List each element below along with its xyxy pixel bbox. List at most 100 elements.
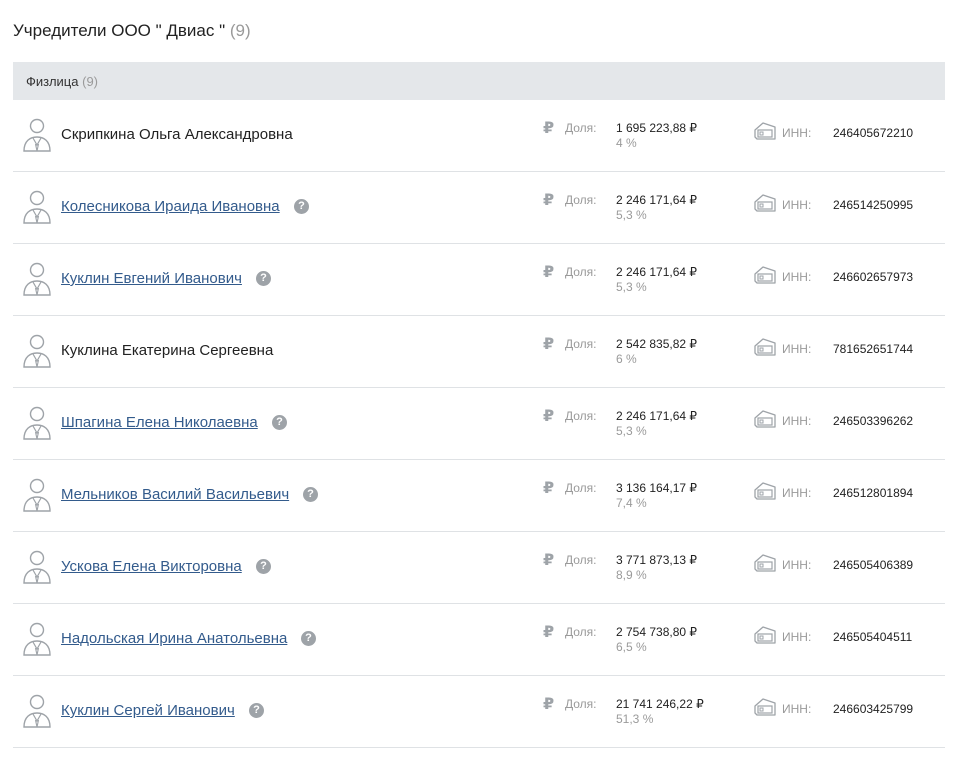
inn-value: 246512801894 [833,486,914,500]
share-amount: 1 695 223,88 ₽ [616,121,698,135]
founder-row: Куклина Екатерина Сергеевна ₽ Доля: 2 54… [13,316,945,388]
founder-name: Скрипкина Ольга Александровна [61,126,293,143]
page-title: Учредители ООО " Двиас " (9) [13,21,251,41]
inn-label: ИНН: [782,414,812,428]
founder-row: Шпагина Елена Николаевна ? ₽ Доля: 2 246… [13,388,945,460]
share-amount: 2 246 171,64 ₽ [616,265,698,279]
founder-row: Скрипкина Ольга Александровна ₽ Доля: 1 … [13,100,945,172]
help-icon[interactable]: ? [272,415,287,430]
founder-row: Ускова Елена Викторовна ? ₽ Доля: 3 771 … [13,532,945,604]
founder-name[interactable]: Ускова Елена Викторовна [61,558,242,575]
share-percent: 4 % [616,136,637,150]
ruble-icon: ₽ [543,624,555,641]
card-icon [754,626,776,644]
share-amount: 2 246 171,64 ₽ [616,409,698,423]
inn-label: ИНН: [782,342,812,356]
person-icon [23,694,51,728]
inn-value: 246505404511 [833,630,913,644]
inn-value: 246602657973 [833,270,914,284]
inn-value: 781652651744 [833,342,914,356]
share-amount: 2 542 835,82 ₽ [616,337,698,351]
ruble-icon: ₽ [543,552,555,569]
share-percent: 8,9 % [616,568,647,582]
inn-value: 246603425799 [833,702,914,716]
group-label-text: Физлица [26,74,79,89]
group-header-individuals: Физлица (9) [13,62,945,100]
inn-label: ИНН: [782,558,812,572]
ruble-icon: ₽ [543,120,555,137]
share-amount: 2 246 171,64 ₽ [616,193,698,207]
help-icon[interactable]: ? [294,199,309,214]
ruble-icon: ₽ [543,696,555,713]
share-label: Доля: [565,193,597,207]
help-icon[interactable]: ? [256,559,271,574]
share-label: Доля: [565,265,597,279]
founder-name: Куклина Екатерина Сергеевна [61,342,274,359]
group-header-label: Физлица (9) [26,74,98,89]
share-label: Доля: [565,121,597,135]
share-label: Доля: [565,409,597,423]
inn-label: ИНН: [782,198,812,212]
card-icon [754,410,776,428]
person-icon [23,406,51,440]
ruble-icon: ₽ [543,408,555,425]
help-icon[interactable]: ? [303,487,318,502]
help-icon[interactable]: ? [301,631,316,646]
share-percent: 6,5 % [616,640,647,654]
founder-row: Колесникова Ираида Ивановна ? ₽ Доля: 2 … [13,172,945,244]
inn-label: ИНН: [782,126,812,140]
person-icon [23,622,51,656]
person-icon [23,334,51,368]
share-percent: 7,4 % [616,496,647,510]
person-icon [23,190,51,224]
page-title-text: Учредители ООО " Двиас " [13,21,226,40]
card-icon [754,338,776,356]
share-label: Доля: [565,481,597,495]
ruble-icon: ₽ [543,480,555,497]
share-percent: 5,3 % [616,280,647,294]
card-icon [754,482,776,500]
share-percent: 6 % [616,352,637,366]
founder-name[interactable]: Шпагина Елена Николаевна [61,414,258,431]
person-icon [23,478,51,512]
inn-label: ИНН: [782,486,812,500]
page-title-count: (9) [229,21,251,40]
help-icon[interactable]: ? [249,703,264,718]
card-icon [754,122,776,140]
share-amount: 3 771 873,13 ₽ [616,553,698,567]
inn-label: ИНН: [782,630,812,644]
share-label: Доля: [565,625,597,639]
share-label: Доля: [565,337,597,351]
inn-value: 246503396262 [833,414,914,428]
founder-name[interactable]: Колесникова Ираида Ивановна [61,198,280,215]
founder-row: Куклин Сергей Иванович ? ₽ Доля: 21 741 … [13,676,945,748]
person-icon [23,118,51,152]
share-label: Доля: [565,697,597,711]
founder-row: Мельников Василий Васильевич ? ₽ Доля: 3… [13,460,945,532]
card-icon [754,554,776,572]
inn-label: ИНН: [782,270,812,284]
share-percent: 51,3 % [616,712,654,726]
founder-name[interactable]: Куклин Евгений Иванович [61,270,242,287]
founders-page: Учредители ООО " Двиас " (9) Физлица (9)… [0,0,960,762]
ruble-icon: ₽ [543,336,555,353]
card-icon [754,266,776,284]
share-label: Доля: [565,553,597,567]
share-percent: 5,3 % [616,424,647,438]
ruble-icon: ₽ [543,264,555,281]
founders-list: Скрипкина Ольга Александровна ₽ Доля: 1 … [13,100,945,748]
share-amount: 2 754 738,80 ₽ [616,625,698,639]
share-amount: 3 136 164,17 ₽ [616,481,698,495]
founder-row: Надольская Ирина Анатольевна ? ₽ Доля: 2… [13,604,945,676]
founder-name[interactable]: Куклин Сергей Иванович [61,702,235,719]
inn-value: 246514250995 [833,198,914,212]
founder-name[interactable]: Мельников Василий Васильевич [61,486,289,503]
ruble-icon: ₽ [543,192,555,209]
share-amount: 21 741 246,22 ₽ [616,697,704,711]
founder-row: Куклин Евгений Иванович ? ₽ Доля: 2 246 … [13,244,945,316]
founder-name[interactable]: Надольская Ирина Анатольевна [61,630,287,647]
help-icon[interactable]: ? [256,271,271,286]
card-icon [754,698,776,716]
inn-value: 246405672210 [833,126,914,140]
share-percent: 5,3 % [616,208,647,222]
